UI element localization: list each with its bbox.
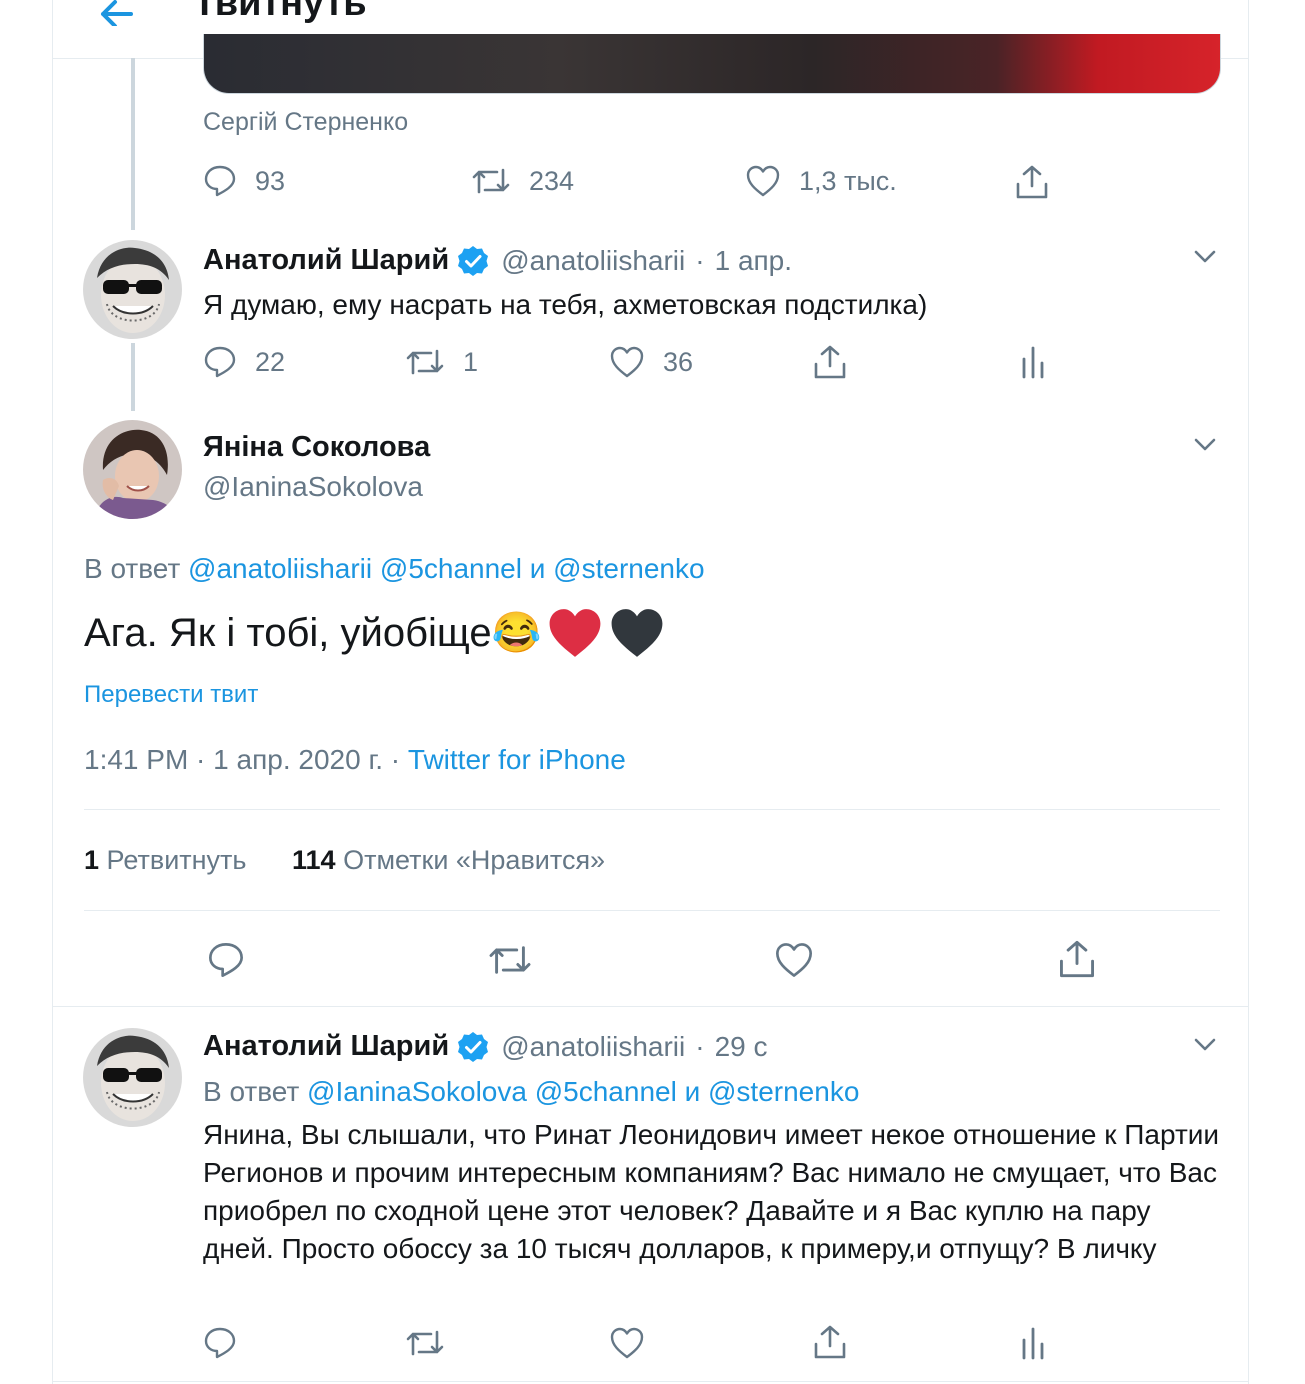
author-name[interactable]: Яніна Соколова bbox=[203, 431, 430, 464]
author-handle[interactable]: @IaninaSokolova bbox=[203, 471, 423, 503]
retweet-stat[interactable]: 1 Ретвитнуть bbox=[84, 845, 247, 875]
media-caption: Сергій Стерненко bbox=[203, 108, 409, 136]
avatar[interactable] bbox=[83, 420, 182, 519]
chevron-down-icon[interactable] bbox=[1194, 250, 1216, 264]
retweet-button[interactable]: 1 bbox=[405, 345, 478, 379]
tweet-text: Янина, Вы слышали, что Ринат Леонидович … bbox=[203, 1119, 1220, 1264]
like-stat-count: 114 bbox=[292, 845, 336, 875]
retweet-icon bbox=[472, 168, 510, 194]
reply-prefix: В ответ bbox=[84, 553, 181, 584]
reply-icon bbox=[204, 346, 236, 378]
reply-context: В ответ @IaninaSokolova @5channel и @ste… bbox=[203, 1076, 859, 1108]
divider bbox=[84, 910, 1220, 911]
like-count: 36 bbox=[663, 346, 694, 377]
avatar[interactable] bbox=[83, 1028, 182, 1127]
translate-link[interactable]: Перевести твит bbox=[84, 681, 258, 709]
verified-badge-icon bbox=[458, 1031, 489, 1062]
chevron-down-icon[interactable] bbox=[1194, 438, 1216, 452]
like-button[interactable]: 1,3 тыс. bbox=[745, 164, 897, 198]
tweet-stats: 1 Ретвитнуть 114 Отметки «Нравится» bbox=[84, 845, 605, 876]
thread-line bbox=[131, 58, 135, 230]
analytics-icon[interactable] bbox=[1020, 345, 1046, 379]
divider bbox=[53, 1381, 1248, 1382]
retweet-stat-count: 1 bbox=[84, 845, 100, 875]
like-icon bbox=[746, 165, 780, 197]
tweet-time[interactable]: 1 апр. bbox=[715, 245, 792, 277]
reply-to-mentions[interactable]: @anatoliisharii @5channel и @sternenko bbox=[188, 553, 705, 584]
analytics-icon[interactable] bbox=[1020, 1326, 1046, 1360]
reply-icon[interactable] bbox=[207, 941, 245, 979]
retweet-count: 1 bbox=[463, 346, 479, 377]
chevron-down-icon[interactable] bbox=[1194, 1038, 1216, 1052]
reply-context: В ответ @anatoliisharii @5channel и @ste… bbox=[84, 553, 705, 585]
timeline-column: Твитнуть Сергій Стерненко 93 234 1,3 тыс… bbox=[52, 0, 1249, 1384]
back-arrow-icon[interactable] bbox=[95, 0, 135, 26]
tweet-text-main: Ага. Як і тобі, уйобіще 😂 bbox=[84, 606, 667, 660]
like-stat[interactable]: 114 Отметки «Нравится» bbox=[292, 845, 605, 875]
retweet-icon[interactable] bbox=[487, 941, 533, 979]
reply-count: 93 bbox=[255, 165, 286, 196]
divider bbox=[84, 809, 1220, 810]
like-icon[interactable] bbox=[609, 1326, 645, 1360]
share-icon[interactable] bbox=[1058, 939, 1096, 979]
like-icon[interactable] bbox=[774, 941, 814, 979]
author-name[interactable]: Анатолий Шарий bbox=[203, 1030, 449, 1063]
reply-icon[interactable] bbox=[203, 1326, 237, 1360]
tears-of-joy-emoji: 😂 bbox=[491, 611, 542, 655]
share-icon[interactable] bbox=[813, 1324, 847, 1360]
tweet-source-link[interactable]: Twitter for iPhone bbox=[408, 744, 626, 775]
black-heart-icon bbox=[612, 609, 663, 657]
reply-count: 22 bbox=[255, 346, 286, 377]
author-handle[interactable]: @anatoliisharii bbox=[501, 245, 685, 277]
separator-dot: · bbox=[695, 1030, 705, 1062]
tweet-time[interactable]: 29 с bbox=[715, 1031, 768, 1063]
like-button[interactable]: 36 bbox=[609, 345, 693, 379]
timestamp-text[interactable]: 1:41 PM · 1 апр. 2020 г. · bbox=[84, 744, 408, 775]
reply-button[interactable]: 22 bbox=[203, 345, 285, 379]
retweet-count: 234 bbox=[529, 165, 575, 196]
retweet-button[interactable]: 234 bbox=[471, 164, 574, 198]
avatar[interactable] bbox=[83, 240, 182, 339]
share-icon[interactable] bbox=[813, 344, 847, 380]
thread-line bbox=[131, 343, 135, 411]
verified-badge-icon bbox=[458, 245, 489, 276]
retweet-stat-label: Ретвитнуть bbox=[106, 845, 247, 875]
red-heart-icon bbox=[550, 609, 601, 657]
share-icon[interactable] bbox=[1015, 164, 1049, 200]
tweet-text: Ага. Як і тобі, уйобіще bbox=[84, 610, 492, 655]
reply-icon bbox=[204, 165, 236, 197]
tweet-text: Я думаю, ему насрать на тебя, ахметовска… bbox=[203, 289, 928, 320]
reply-prefix: В ответ bbox=[203, 1076, 300, 1107]
author-handle[interactable]: @anatoliisharii bbox=[501, 1031, 685, 1063]
tweet-header: Анатолий Шарий @anatoliisharii · 29 с bbox=[203, 1030, 768, 1063]
tweet-timestamp: 1:41 PM · 1 апр. 2020 г. · Twitter for i… bbox=[84, 744, 626, 776]
like-stat-label: Отметки «Нравится» bbox=[343, 845, 606, 875]
separator-dot: · bbox=[695, 244, 705, 276]
retweet-icon bbox=[406, 349, 444, 375]
tweet-media-image[interactable] bbox=[203, 34, 1221, 94]
reply-to-mentions[interactable]: @IaninaSokolova @5channel и @sternenko bbox=[307, 1076, 859, 1107]
like-count: 1,3 тыс. bbox=[799, 165, 897, 196]
page-title: Твитнуть bbox=[193, 0, 367, 24]
retweet-icon[interactable] bbox=[405, 1326, 445, 1360]
divider bbox=[53, 1006, 1248, 1007]
tweet-header: Анатолий Шарий @anatoliisharii · 1 апр. bbox=[203, 244, 792, 277]
like-icon bbox=[610, 346, 644, 378]
reply-button[interactable]: 93 bbox=[203, 164, 285, 198]
author-name[interactable]: Анатолий Шарий bbox=[203, 244, 449, 277]
